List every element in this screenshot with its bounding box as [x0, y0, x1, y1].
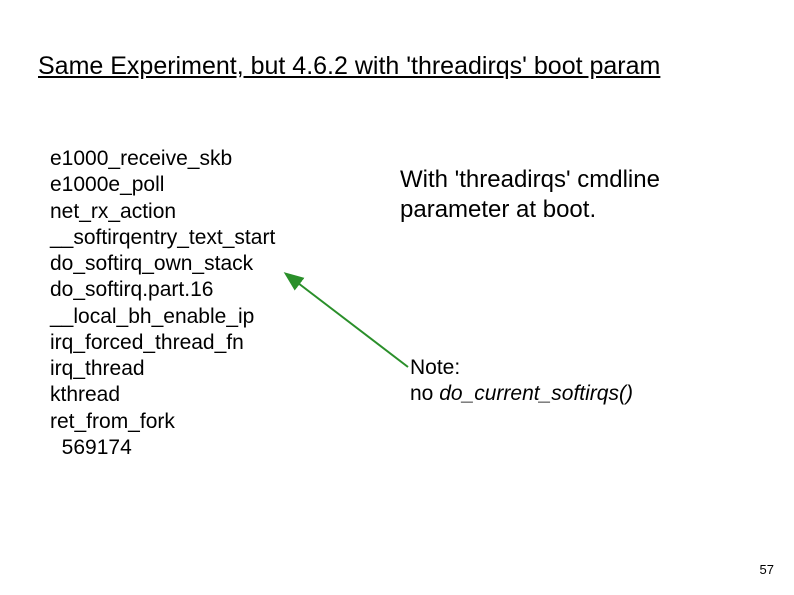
- call-stack: e1000_receive_skb e1000e_poll net_rx_act…: [50, 146, 275, 461]
- note-label: Note:: [410, 356, 460, 379]
- comment-line2: parameter at boot.: [400, 196, 596, 223]
- comment-text: With 'threadirqs' cmdline parameter at b…: [400, 165, 660, 225]
- note-text: Note: no do_current_softirqs(): [410, 355, 633, 408]
- arrow-icon: [290, 275, 420, 375]
- slide-title: Same Experiment, but 4.6.2 with 'threadi…: [38, 52, 660, 81]
- note-line-prefix: no: [410, 382, 439, 405]
- comment-line1: With 'threadirqs' cmdline: [400, 166, 660, 193]
- note-func: do_current_softirqs(): [439, 382, 633, 405]
- page-number: 57: [760, 562, 774, 577]
